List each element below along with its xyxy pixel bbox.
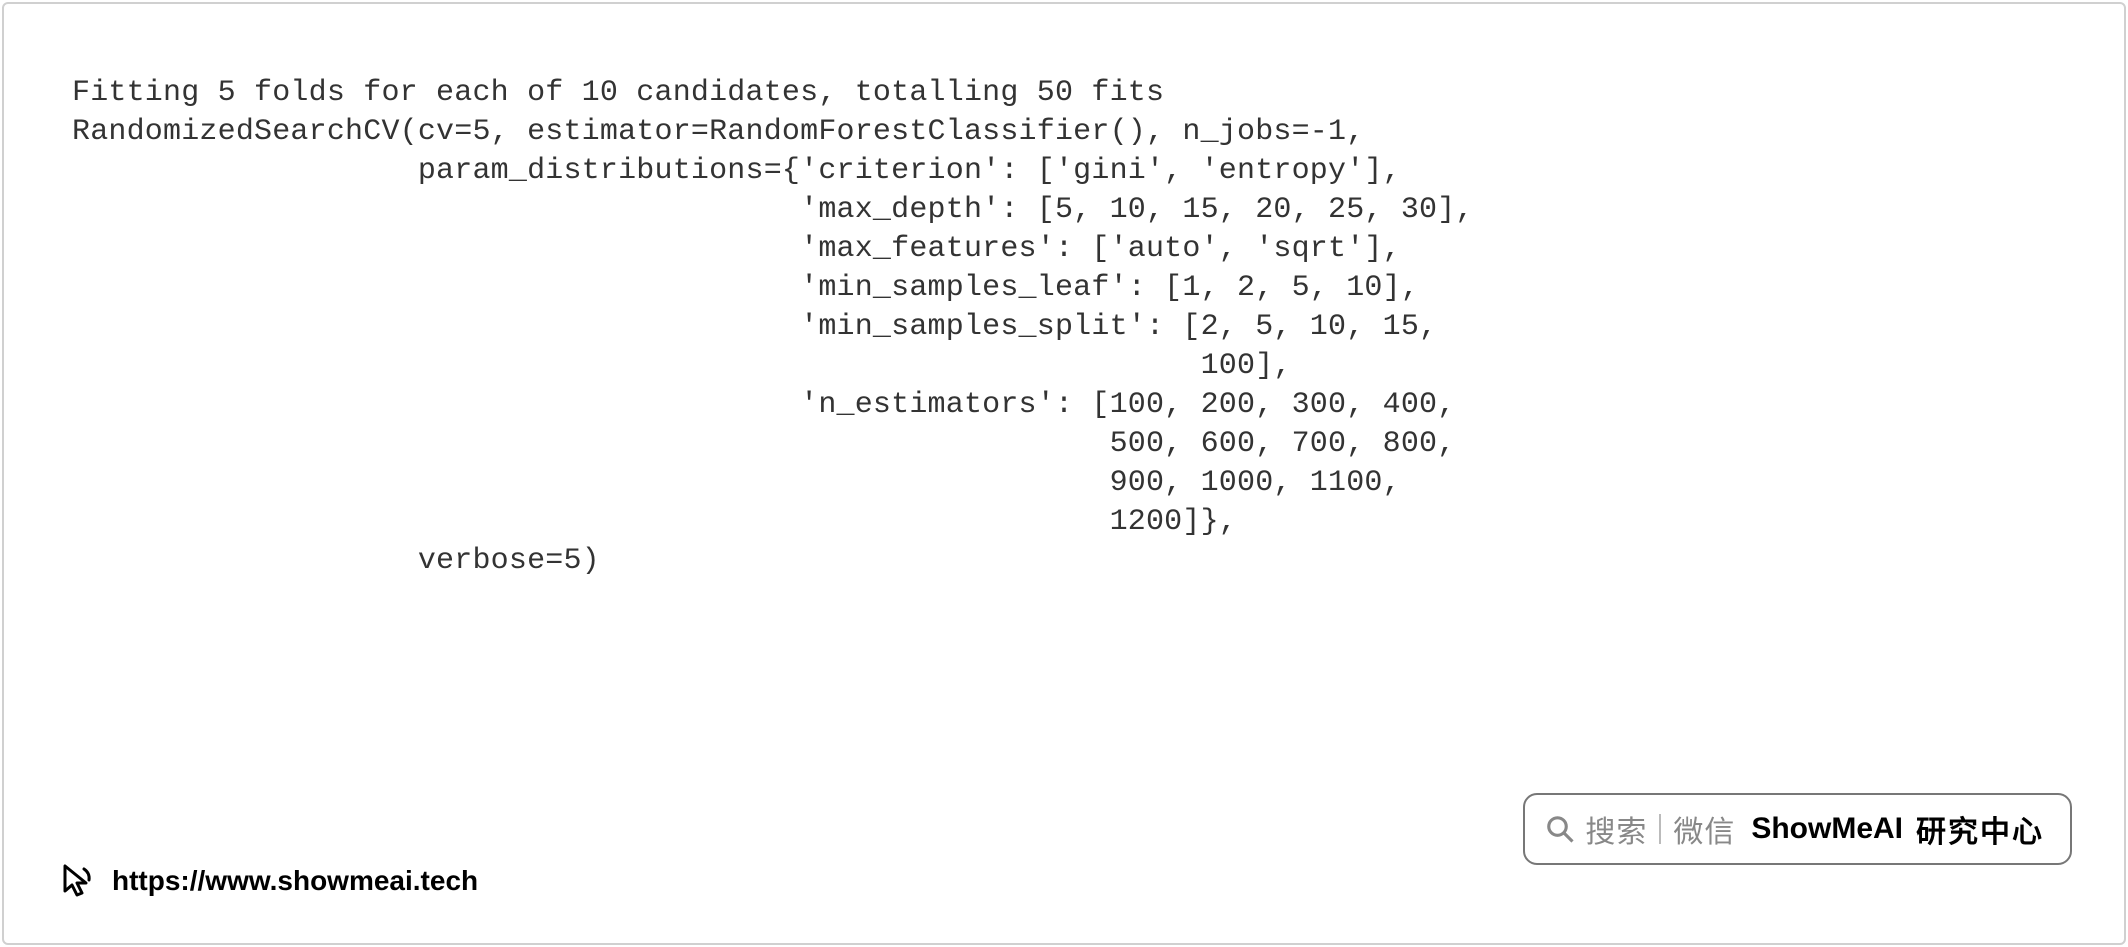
code-line: verbose=5) <box>72 544 600 578</box>
search-badge: 搜索 微信 ShowMeAI 研究中心 <box>1523 793 2072 865</box>
source-url: https://www.showmeai.tech <box>112 865 478 897</box>
code-line: RandomizedSearchCV(cv=5, estimator=Rando… <box>72 115 1364 149</box>
footer: https://www.showmeai.tech <box>56 861 478 901</box>
wechat-label: 微信 <box>1673 807 1735 851</box>
search-label: 搜索 <box>1585 807 1647 851</box>
code-line: 'min_samples_split': [2, 5, 10, 15, <box>72 310 1437 344</box>
code-output: Fitting 5 folds for each of 10 candidate… <box>4 4 2124 581</box>
code-line: 'min_samples_leaf': [1, 2, 5, 10], <box>72 271 1419 305</box>
code-line: 900, 1000, 1100, <box>72 466 1401 500</box>
search-icon <box>1545 814 1575 844</box>
separator <box>1659 814 1661 844</box>
content-frame: Fitting 5 folds for each of 10 candidate… <box>2 2 2126 945</box>
code-line: 'max_depth': [5, 10, 15, 20, 25, 30], <box>72 193 1474 227</box>
code-line: 100], <box>72 349 1292 383</box>
brand-cn: 研究中心 <box>1916 807 2044 851</box>
brand-en: ShowMeAI <box>1751 812 1903 846</box>
cursor-icon <box>56 861 96 901</box>
code-line: Fitting 5 folds for each of 10 candidate… <box>72 76 1164 110</box>
code-line: 'max_features': ['auto', 'sqrt'], <box>72 232 1401 266</box>
code-line: 500, 600, 700, 800, <box>72 427 1455 461</box>
code-line: param_distributions={'criterion': ['gini… <box>72 154 1401 188</box>
code-line: 1200]}, <box>72 505 1237 539</box>
code-line: 'n_estimators': [100, 200, 300, 400, <box>72 388 1455 422</box>
